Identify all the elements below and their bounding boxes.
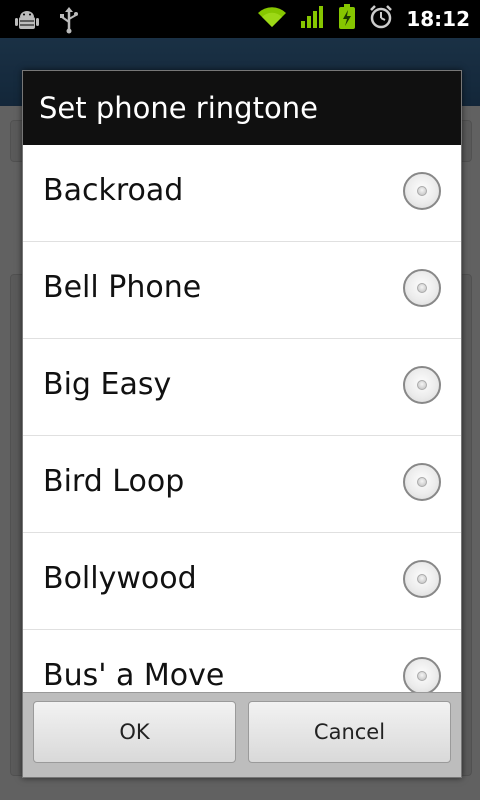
dialog-title-bar: Set phone ringtone: [23, 71, 461, 146]
alarm-icon: [368, 4, 394, 34]
battery-charging-icon: [338, 4, 356, 34]
list-item[interactable]: Bus' a Move: [23, 630, 461, 693]
status-bar: 18:12: [0, 0, 480, 38]
wifi-icon: [256, 5, 288, 33]
ringtone-label: Backroad: [43, 173, 184, 208]
status-time: 18:12: [406, 7, 470, 31]
dialog-button-bar: OK Cancel: [23, 692, 461, 777]
radio-button[interactable]: [403, 269, 441, 307]
status-bar-left: [14, 6, 80, 38]
ok-button[interactable]: OK: [33, 701, 236, 763]
cancel-button[interactable]: Cancel: [248, 701, 451, 763]
ringtone-label: Bell Phone: [43, 270, 202, 305]
dialog-title: Set phone ringtone: [39, 91, 318, 125]
signal-icon: [300, 5, 326, 33]
radio-dot: [417, 380, 427, 390]
ringtone-list[interactable]: Backroad Bell Phone Big Easy Bird Loop B…: [23, 145, 461, 693]
radio-button[interactable]: [403, 657, 441, 693]
radio-button[interactable]: [403, 366, 441, 404]
ringtone-label: Bird Loop: [43, 464, 185, 499]
list-item[interactable]: Bell Phone: [23, 242, 461, 339]
ringtone-label: Big Easy: [43, 367, 172, 402]
radio-button[interactable]: [403, 560, 441, 598]
radio-dot: [417, 574, 427, 584]
radio-button[interactable]: [403, 463, 441, 501]
list-item[interactable]: Bollywood: [23, 533, 461, 630]
list-item[interactable]: Bird Loop: [23, 436, 461, 533]
list-item[interactable]: Backroad: [23, 145, 461, 242]
radio-dot: [417, 186, 427, 196]
list-item[interactable]: Big Easy: [23, 339, 461, 436]
ringtone-label: Bus' a Move: [43, 658, 225, 693]
usb-icon: [58, 6, 80, 38]
radio-dot: [417, 283, 427, 293]
screen: 18:12 Set phone ringtone Backroad Bell P…: [0, 0, 480, 800]
radio-dot: [417, 671, 427, 681]
ringtone-dialog: Set phone ringtone Backroad Bell Phone B…: [22, 70, 462, 778]
radio-button[interactable]: [403, 172, 441, 210]
android-debug-icon: [14, 7, 40, 37]
status-bar-right: 18:12: [256, 4, 470, 34]
radio-dot: [417, 477, 427, 487]
ringtone-label: Bollywood: [43, 561, 197, 596]
